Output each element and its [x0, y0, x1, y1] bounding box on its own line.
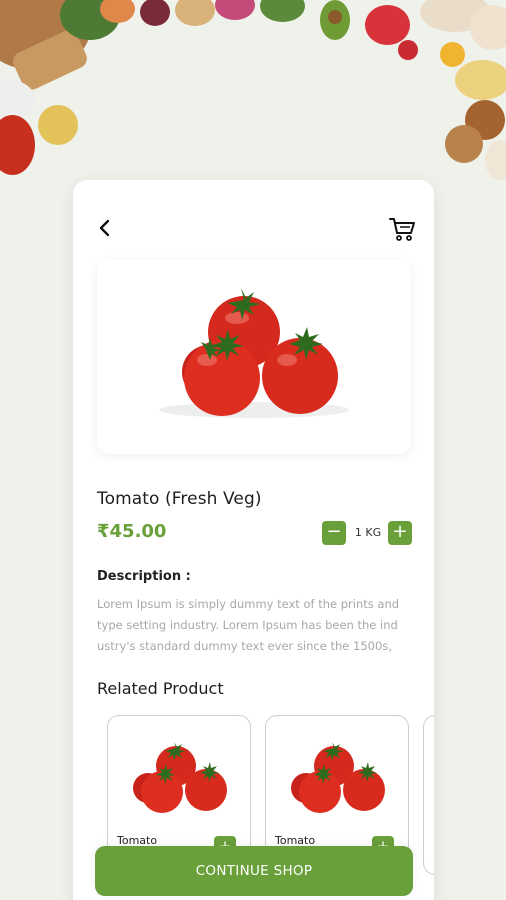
quantity-stepper: − 1 KG + — [322, 521, 412, 545]
product-price: ₹45.00 — [97, 521, 167, 542]
description-text: Lorem Ipsum is simply dummy text of the … — [97, 597, 400, 653]
tomato-image — [291, 742, 385, 813]
description-title: Description : — [97, 569, 191, 584]
shopping-cart-icon — [389, 218, 415, 241]
cart-button[interactable] — [388, 216, 416, 242]
related-product-card-partial[interactable] — [423, 715, 434, 875]
back-button[interactable] — [93, 216, 117, 240]
continue-shop-button[interactable]: CONTINUE SHOP — [95, 846, 413, 896]
grocery-banner-image — [0, 0, 506, 200]
top-bar — [73, 216, 434, 242]
product-name: Tomato (Fresh Veg) — [97, 489, 262, 509]
chevron-left-icon — [99, 219, 110, 237]
quantity-value: 1 KG — [354, 526, 382, 539]
product-detail-card: Tomato (Fresh Veg) ₹45.00 − 1 KG + Descr… — [73, 180, 434, 900]
tomato-image — [133, 742, 227, 813]
increase-quantity-button[interactable]: + — [388, 521, 412, 545]
tomato-image — [159, 288, 349, 418]
decrease-quantity-button[interactable]: − — [322, 521, 346, 545]
product-image — [97, 260, 411, 454]
related-products-title: Related Product — [97, 679, 224, 698]
